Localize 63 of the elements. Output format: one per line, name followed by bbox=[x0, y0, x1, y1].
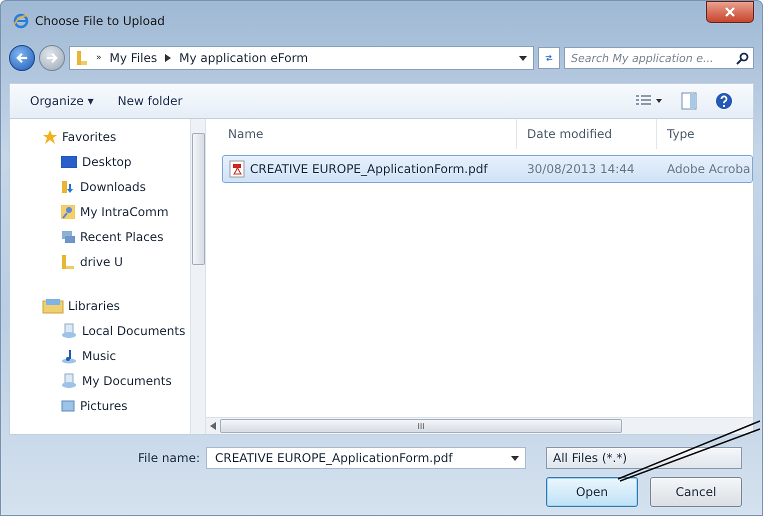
toolbar-button[interactable]: New folder bbox=[118, 92, 182, 110]
preview-pane-icon[interactable] bbox=[681, 92, 697, 110]
breadcrumb-item[interactable]: My application eForm bbox=[179, 51, 308, 65]
picture-library-icon bbox=[60, 398, 76, 412]
nav-item[interactable]: drive U bbox=[80, 254, 123, 268]
nav-item[interactable]: Downloads bbox=[80, 180, 146, 194]
file-name-field[interactable]: CREATIVE EUROPE_ApplicationForm.pdf bbox=[206, 447, 526, 469]
star-icon bbox=[42, 129, 58, 145]
dropdown-arrow-icon bbox=[511, 456, 519, 460]
forward-arrow-icon bbox=[46, 52, 58, 64]
library-icon bbox=[42, 298, 64, 314]
close-icon bbox=[725, 7, 735, 17]
breadcrumb-arrow-icon bbox=[165, 54, 172, 62]
nav-group[interactable]: Favorites bbox=[62, 130, 116, 144]
dropdown-arrow-icon[interactable] bbox=[519, 56, 527, 60]
nav-group[interactable]: Libraries bbox=[68, 299, 120, 313]
nav-item[interactable]: My Documents bbox=[82, 374, 172, 388]
folder-icon bbox=[76, 50, 88, 66]
address-bar[interactable]: » My Files My application eForm bbox=[69, 46, 534, 70]
file-name: CREATIVE EUROPE_ApplicationForm.pdf bbox=[250, 162, 488, 176]
nav-item[interactable]: Desktop bbox=[82, 154, 132, 168]
document-library-icon bbox=[60, 322, 78, 338]
nav-item[interactable]: My IntraComm bbox=[80, 204, 169, 218]
dialog-button[interactable]: Open bbox=[546, 477, 638, 507]
search-icon bbox=[736, 52, 749, 64]
toolbar-button[interactable]: Organize ▾ bbox=[30, 92, 94, 110]
horizontal-scroll-thumb[interactable]: III bbox=[220, 419, 622, 433]
document-library-icon bbox=[60, 372, 78, 388]
file-type-dropdown[interactable]: All Files (*.*) bbox=[546, 447, 742, 469]
folder-arrow-icon bbox=[60, 178, 76, 194]
refresh-arrows-icon bbox=[545, 53, 553, 63]
search-field[interactable]: Search My application e... bbox=[564, 47, 754, 69]
column-header[interactable]: Name bbox=[206, 119, 516, 149]
music-note-icon bbox=[60, 348, 78, 364]
breadcrumb-item[interactable]: My Files bbox=[110, 51, 158, 65]
back-button[interactable] bbox=[9, 45, 35, 71]
vertical-scrollbar[interactable] bbox=[190, 119, 205, 434]
nav-item[interactable]: Local Documents bbox=[82, 324, 186, 338]
nav-item[interactable]: Recent Places bbox=[80, 230, 164, 244]
dialog-button[interactable]: Cancel bbox=[650, 477, 742, 507]
user-icon bbox=[60, 204, 76, 220]
folder-icon bbox=[60, 254, 76, 270]
overflow-chevron[interactable]: » bbox=[96, 53, 102, 63]
nav-item[interactable]: Music bbox=[82, 348, 116, 362]
file-name-label: File name: bbox=[138, 451, 200, 465]
recent-places-icon bbox=[60, 228, 76, 244]
help-icon[interactable] bbox=[715, 92, 733, 110]
pdf-file-icon bbox=[229, 160, 245, 178]
column-header[interactable]: Type bbox=[656, 119, 753, 149]
file-date: 30/08/2013 14:44 bbox=[526, 162, 636, 176]
file-row[interactable]: CREATIVE EUROPE_ApplicationForm.pdf 30/08/2013 14:44 Adobe Acroba bbox=[222, 155, 753, 183]
close-button[interactable] bbox=[706, 1, 754, 23]
desktop-icon bbox=[60, 154, 78, 168]
nav-item[interactable]: Pictures bbox=[80, 398, 128, 412]
file-type: Adobe Acroba bbox=[666, 162, 752, 176]
browser-logo-icon bbox=[13, 13, 29, 29]
scroll-left-icon[interactable] bbox=[210, 422, 216, 430]
view-options-icon[interactable] bbox=[635, 94, 663, 108]
refresh-button[interactable] bbox=[538, 47, 560, 69]
window-title: Choose File to Upload bbox=[35, 14, 165, 28]
back-arrow-icon bbox=[16, 52, 28, 64]
column-header[interactable]: Date modified bbox=[516, 119, 656, 149]
forward-button[interactable] bbox=[39, 45, 65, 71]
